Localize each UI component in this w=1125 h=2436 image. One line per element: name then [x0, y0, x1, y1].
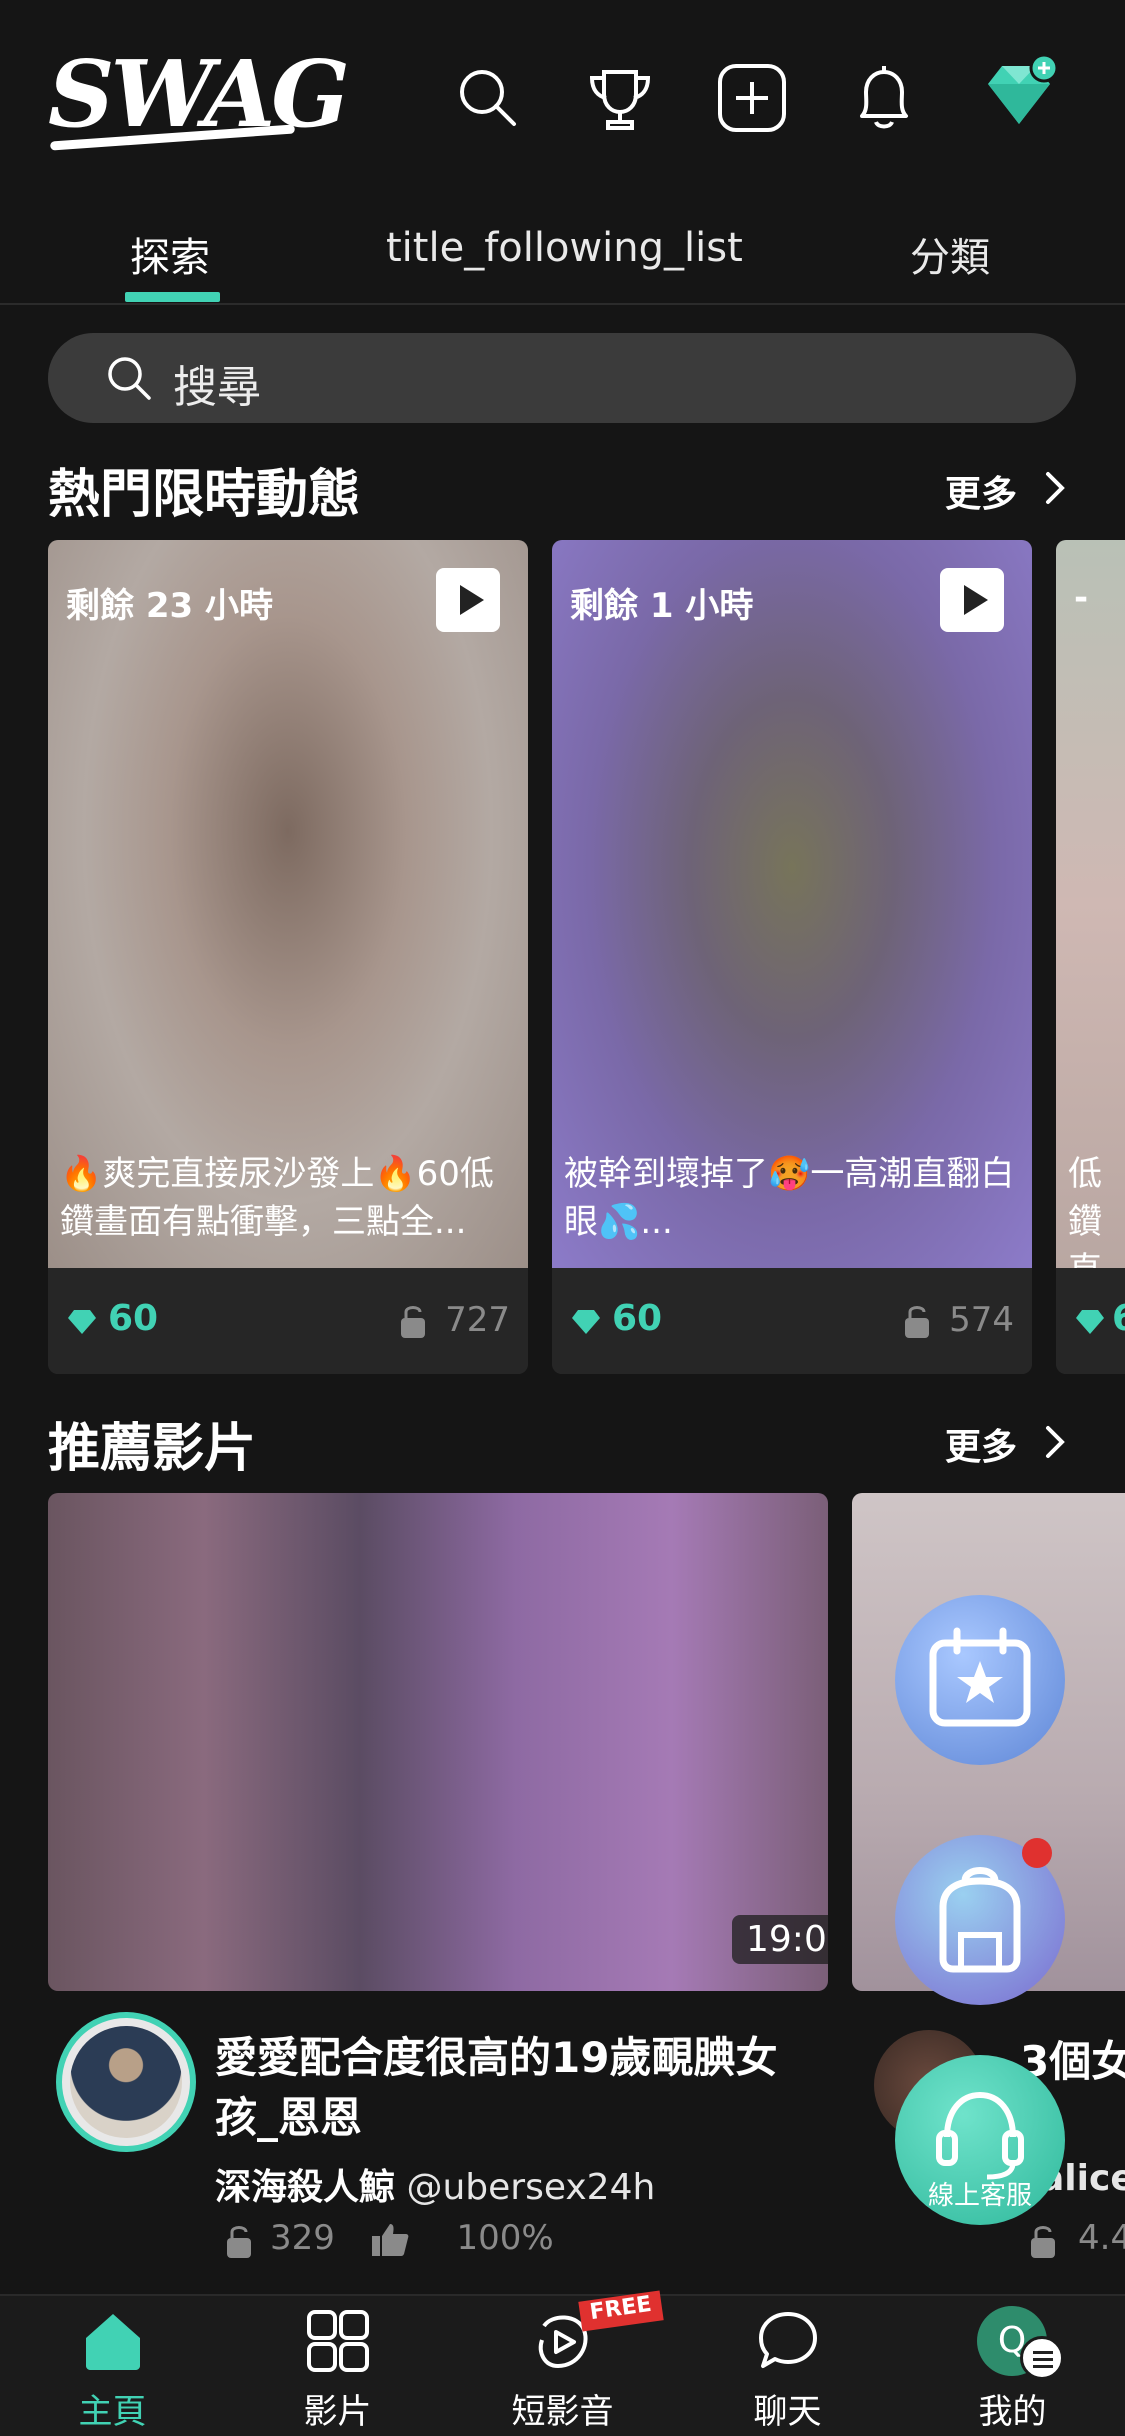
search-input[interactable]: 搜尋 [173, 351, 261, 415]
story-card[interactable]: - 低鑽直接 6 [1056, 540, 1125, 1374]
author-handle: @ubersex24h [406, 2167, 656, 2208]
nav-item-home[interactable]: 主頁 [0, 2296, 225, 2436]
story-card-footer: 60 727 [48, 1268, 528, 1374]
story-price: 60 [612, 1298, 663, 1339]
story-card-footer: 6 [1056, 1268, 1125, 1374]
diamond-icon [570, 1308, 602, 1336]
story-card[interactable]: 剩餘 1 小時 被幹到壞掉了🥵一高潮直翻白眼💦... 60 574 [552, 540, 1032, 1374]
chevron-right-icon[interactable] [1040, 1422, 1070, 1462]
video-unlock-count: 329 [270, 2218, 335, 2258]
nav-item-me[interactable]: Q 我的 [900, 2296, 1125, 2436]
story-card[interactable]: 剩餘 23 小時 🔥爽完直接尿沙發上🔥60低鑽畫面有點衝擊，三點全... 60 … [48, 540, 528, 1374]
support-label: 線上客服 [927, 2181, 1032, 2211]
tab-active-indicator [125, 292, 220, 302]
add-icon[interactable] [714, 60, 790, 136]
free-badge: FREE [578, 2290, 664, 2332]
nav-label: 我的 [978, 2392, 1047, 2432]
recommended-more-link[interactable]: 更多 [945, 1418, 1017, 1470]
avatar-image [70, 2026, 182, 2138]
grid-icon [305, 2308, 371, 2374]
daily-checkin-button[interactable] [895, 1595, 1065, 1765]
video-unlock-count: 4.4 [1078, 2218, 1125, 2258]
story-price: 6 [1112, 1298, 1125, 1339]
notification-dot [1022, 1838, 1052, 1868]
nav-item-shorts[interactable]: FREE 短影音 [450, 2290, 675, 2436]
play-icon [436, 568, 500, 632]
story-caption: 🔥爽完直接尿沙發上🔥60低鑽畫面有點衝擊，三點全... [60, 1154, 494, 1242]
avatar[interactable] [56, 2012, 196, 2152]
tab-explore[interactable]: 探索 [130, 225, 210, 283]
search-bar[interactable]: 搜尋 [48, 333, 1076, 423]
diamond-icon[interactable] [978, 52, 1062, 136]
chevron-right-icon[interactable] [1040, 468, 1070, 508]
story-unlock-count: 574 [949, 1300, 1014, 1340]
hot-stories-more-link[interactable]: 更多 [945, 465, 1017, 517]
video-stats: 329 100% [270, 2218, 554, 2258]
lock-icon [224, 2222, 254, 2260]
nav-label: 主頁 [78, 2392, 147, 2432]
time-remaining-label: 剩餘 1 小時 [570, 586, 754, 626]
thumbs-up-icon [370, 2222, 410, 2258]
top-tabs: 探索 title_following_list 分類 [0, 205, 1125, 305]
diamond-icon [1074, 1308, 1106, 1336]
app-header: SWAG [0, 0, 1125, 190]
story-price: 60 [108, 1298, 159, 1339]
search-icon[interactable] [450, 60, 526, 136]
nav-label: 影片 [303, 2392, 372, 2432]
customer-support-button[interactable]: 線上客服 [895, 2055, 1065, 2225]
video-duration: 19:04 [732, 1915, 828, 1964]
nav-label: 聊天 [753, 2392, 822, 2432]
bottom-navigation: 主頁 影片 FREE 短影音 聊天 Q 我的 [0, 2290, 1125, 2436]
video-card[interactable]: 19:04 [48, 1493, 828, 1991]
chat-icon [755, 2308, 821, 2374]
lock-icon [902, 1302, 932, 1340]
search-icon [103, 352, 155, 404]
video-like-rate: 100% [456, 2218, 554, 2258]
lock-icon [1028, 2222, 1058, 2260]
menu-icon [1020, 2336, 1064, 2380]
time-remaining-label: - [1074, 578, 1089, 618]
lock-icon [398, 1302, 428, 1340]
section-title-hot-stories: 熱門限時動態 [48, 465, 361, 525]
author-name: 深海殺人鯨 [215, 2167, 396, 2208]
time-remaining-label: 剩餘 23 小時 [66, 586, 273, 626]
video-author[interactable]: 深海殺人鯨 @ubersex24h [215, 2158, 655, 2210]
video-title[interactable]: 愛愛配合度很高的19歲靦腆女孩_恩恩 [215, 2028, 795, 2148]
tab-following[interactable]: title_following_list [386, 225, 743, 271]
bell-icon[interactable] [846, 60, 922, 136]
diamond-icon [66, 1308, 98, 1336]
section-title-recommended: 推薦影片 [48, 1419, 257, 1479]
nav-label: 短影音 [511, 2392, 614, 2432]
story-caption: 被幹到壞掉了🥵一高潮直翻白眼💦... [564, 1154, 1015, 1242]
story-unlock-count: 727 [445, 1300, 510, 1340]
home-icon [80, 2308, 146, 2374]
nav-item-videos[interactable]: 影片 [225, 2296, 450, 2436]
play-icon [940, 568, 1004, 632]
trophy-icon[interactable] [582, 60, 658, 136]
tab-categories[interactable]: 分類 [910, 225, 990, 283]
nav-item-chat[interactable]: 聊天 [675, 2296, 900, 2436]
story-card-footer: 60 574 [552, 1268, 1032, 1374]
